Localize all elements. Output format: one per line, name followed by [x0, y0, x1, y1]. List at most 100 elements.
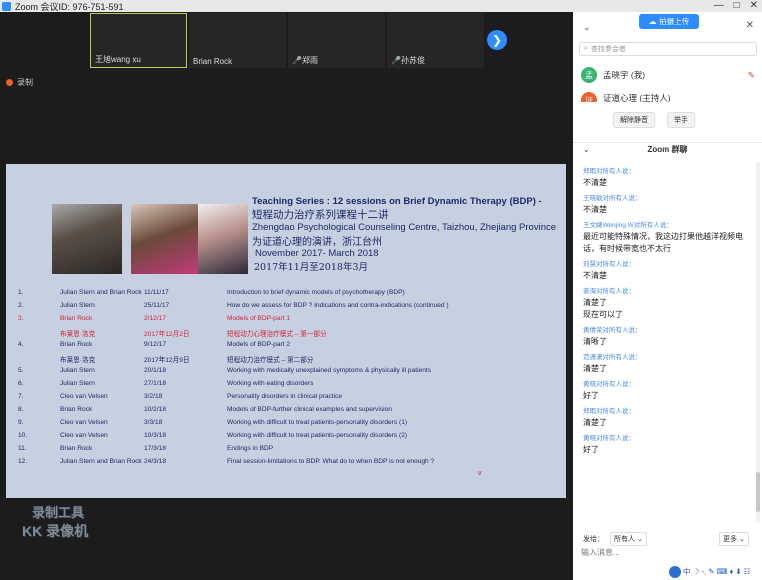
slide-title-cn: 短程动力治疗系列课程十二讲 — [252, 209, 389, 221]
watermark-line1: 录制工具 — [32, 505, 85, 520]
schedule-who: Julian Stern and Brian Rock — [60, 458, 142, 465]
chat-text: 好了 — [583, 445, 599, 454]
schedule-topic: Working with difficult to treat patients… — [227, 419, 408, 426]
schedule-row: 8. Brian Rock 10/2/18 Models of BDP-further… — [6, 403, 566, 416]
schedule-num: 11. — [18, 445, 27, 452]
window-titlebar: Zoom 会议ID: 976-751-591 — □ ✕ — [0, 0, 762, 12]
schedule-who: Cleo van Velsen — [60, 432, 108, 439]
chat-text: 最近可能特殊情况，我这边打果他越洋视频电话，有时候带宽也不太行 — [583, 232, 743, 253]
schedule-topic: Personality disorders in clinical practi… — [227, 393, 343, 400]
schedule-num: 8. — [18, 406, 24, 413]
maximize-button[interactable]: □ — [734, 0, 740, 11]
schedule-row: 布莱恩·洛克 2017年12月2日 短程动力心理治疗模式 – 第一部分 — [6, 325, 566, 338]
slide-org-en: Zhengdao Psychological Counseling Centre… — [252, 222, 557, 233]
schedule-who: Julian Stern and Brian Rock — [60, 289, 142, 296]
minimize-button[interactable]: — — [714, 0, 724, 11]
thumb-name: 王旭wang xu — [95, 55, 141, 64]
schedule-who: Cleo van Velsen — [60, 419, 108, 426]
schedule-who: Cleo van Velsen — [60, 393, 108, 400]
participant-item[interactable]: 证 证道心理 (主持人) — [581, 92, 757, 102]
chat-sender: 王晓敏对所有人说： — [583, 195, 642, 202]
chevron-down-icon[interactable]: ⌄ — [583, 143, 590, 157]
raise-hand-button[interactable]: 举手 — [667, 112, 695, 128]
avatar: 证 — [581, 92, 597, 102]
schedule-who: Julian Stern — [60, 380, 95, 387]
chat-scrollbar[interactable] — [756, 162, 760, 522]
collapse-participants-icon[interactable]: ⌄ — [583, 22, 591, 33]
schedule-num: 12. — [18, 458, 28, 465]
schedule-topic: Models of BDP-part 1 — [227, 315, 291, 322]
window-title: Zoom 会议ID: 976-751-591 — [15, 1, 124, 12]
chat-sender: 范潇潇对所有人说： — [583, 354, 642, 361]
ime-status: 中 ☽ ◦, ✎ ⌨ ♦ ⬇ ☷ — [683, 567, 751, 576]
recording-dot-icon — [6, 79, 13, 86]
schedule-who: Julian Stern — [60, 367, 95, 374]
mic-muted-icon: 🎤 — [391, 56, 401, 65]
schedule-who: Brian Rock — [60, 406, 93, 413]
schedule-date: 27/1/18 — [144, 380, 166, 387]
schedule-row: 12. Julian Stern and Brian Rock 24/3/18 Fin… — [6, 455, 566, 468]
schedule-date: 25/11/17 — [144, 302, 170, 309]
schedule-row: 7. Cleo van Velsen 3/2/18 Personality disor… — [6, 390, 566, 403]
schedule-row: 4. Brian Rock 9/12/17 Models of BDP-part 2 — [6, 338, 566, 351]
shared-slide: Teaching Series : 12 sessions on Brief D… — [6, 164, 566, 498]
chat-sender: 黄倩荣对所有人说： — [583, 327, 642, 334]
schedule-num: 5. — [18, 367, 24, 374]
participant-item[interactable]: 孟 孟晓宇 (我) ✎ — [581, 66, 757, 84]
schedule-who: Brian Rock — [60, 445, 93, 452]
sidebar-close-icon[interactable]: ✕ — [746, 20, 754, 31]
chat-text: 不清楚 — [583, 271, 607, 280]
slide-org-cn: 为证道心理的演讲，浙江台州 — [252, 237, 382, 248]
speaker-photo — [131, 204, 201, 274]
meeting-main-area: 王旭wang xu Brian Rock 🎤 郑雨 🎤 孙苏俊 ❯ 录制 Teach… — [0, 12, 573, 580]
close-button[interactable]: ✕ — [750, 0, 758, 11]
schedule-topic: 短程动力心理治疗模式 – 第一部分 — [227, 331, 327, 338]
schedule-row: 2. Julian Stern 25/11/17 How do we assess f… — [6, 299, 566, 312]
chat-text: 清楚了 — [583, 364, 607, 373]
mic-muted-icon[interactable]: ✎ — [748, 70, 755, 81]
recording-label: 录制 — [17, 78, 33, 87]
schedule-date: 24/3/18 — [144, 458, 166, 465]
speaker-photo — [198, 204, 248, 274]
schedule-topic: 短程动力治疗模式 – 第二部分 — [227, 357, 314, 364]
unmute-all-button[interactable]: 解除静音 — [613, 112, 655, 128]
send-to-select[interactable]: 所有人 ⌄ — [610, 532, 647, 546]
schedule-topic: Endings in BDP — [227, 445, 274, 452]
slide-period-en: November 2017- March 2018 — [255, 248, 379, 259]
search-icon: ⌕ — [584, 45, 588, 52]
video-thumb-zhengyu[interactable]: 🎤 郑雨 — [288, 13, 385, 68]
chat-text: 清楚了 现在可以了 — [583, 298, 623, 319]
next-page-button[interactable]: ❯ — [487, 30, 507, 50]
video-thumb-wangxu[interactable]: 王旭wang xu — [90, 13, 187, 68]
search-placeholder: 查找参会者 — [590, 46, 626, 53]
schedule-who: Julian Stern — [60, 302, 95, 309]
chat-header: ⌄ Zoom 群聊 — [573, 142, 762, 156]
schedule-date: 3/3/18 — [144, 419, 163, 426]
ime-toolbar[interactable]: 中 ☽ ◦, ✎ ⌨ ♦ ⬇ ☷ — [669, 565, 751, 578]
schedule-row: 10. Cleo van Velsen 10/3/18 Working with di… — [6, 429, 566, 442]
schedule-date: 10/2/18 — [144, 406, 166, 413]
slide-period-cn: 2017年11月至2018年3月 — [254, 262, 368, 273]
schedule-topic: Working with eating disorders — [227, 380, 314, 387]
schedule-date: 11/11/17 — [144, 289, 169, 296]
slide-title-en: Teaching Series : 12 sessions on Brief D… — [252, 196, 542, 207]
mic-muted-icon: 🎤 — [292, 56, 302, 65]
chat-input[interactable] — [581, 545, 757, 559]
video-thumb-sunsujun[interactable]: 🎤 孙苏俊 — [387, 13, 484, 68]
more-button[interactable]: 更多 ⌄ — [719, 532, 749, 546]
cloud-icon: ☁ — [648, 17, 657, 26]
thumb-name: 孙苏俊 — [401, 56, 425, 65]
schedule-topic: Models of BDP-part 2 — [227, 341, 291, 348]
upload-button[interactable]: ☁ 拍摄上传 — [639, 14, 699, 29]
video-thumbnails: 王旭wang xu Brian Rock 🎤 郑雨 🎤 孙苏俊 — [90, 13, 484, 68]
schedule-topic: Working with medically unexplained sympt… — [227, 367, 432, 374]
thumb-name: 郑雨 — [302, 56, 318, 65]
chat-sender: 黄晓对所有人说： — [583, 381, 635, 388]
chat-sender: 郑雨对所有人说： — [583, 168, 635, 175]
video-thumb-brianrock[interactable]: Brian Rock — [189, 13, 286, 68]
chat-text: 不清楚 — [583, 178, 607, 187]
thumb-name: Brian Rock — [193, 57, 233, 66]
participant-search[interactable]: ⌕ 查找参会者 — [579, 42, 757, 56]
speaker-photo — [52, 204, 122, 274]
schedule-num: 3. — [18, 315, 24, 322]
